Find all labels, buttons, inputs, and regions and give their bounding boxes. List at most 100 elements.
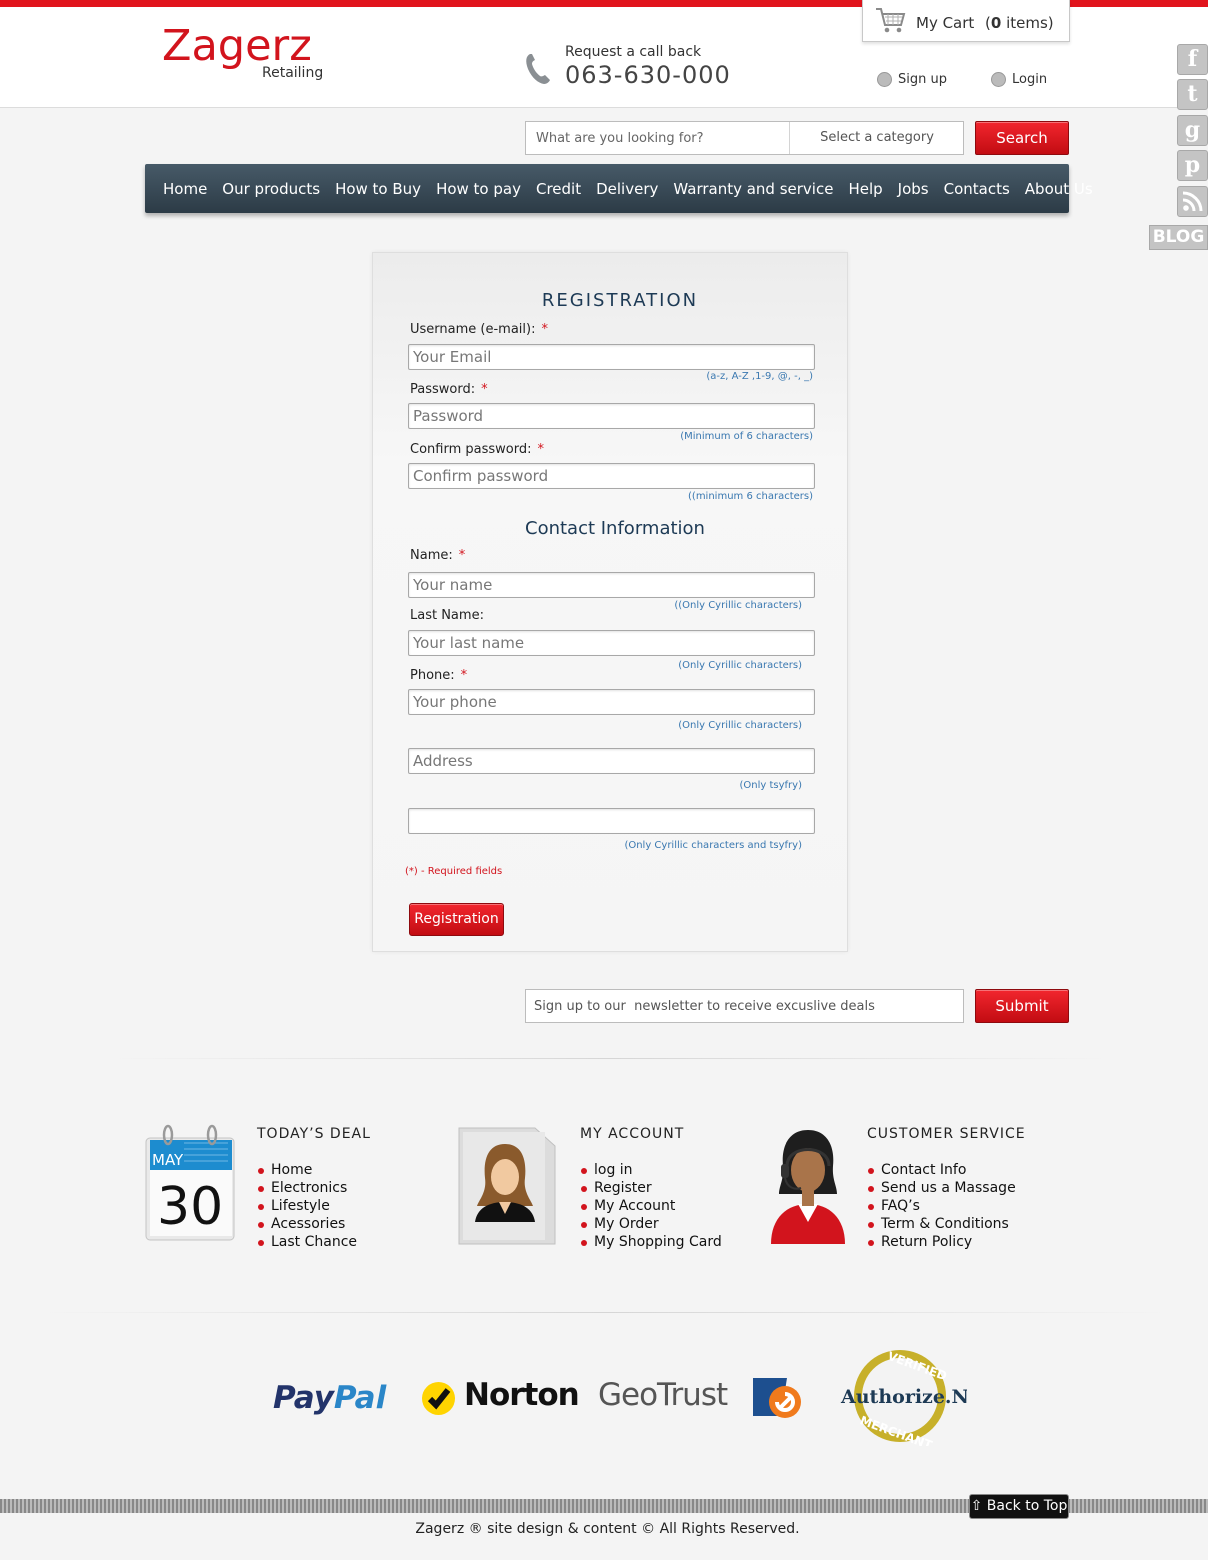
name-field[interactable]: [408, 572, 815, 598]
list-item[interactable]: My Order: [580, 1215, 722, 1233]
username-hint: (a-z, A-Z ,1-9, @, -, _): [706, 371, 813, 382]
phone-field[interactable]: [408, 689, 815, 715]
copyright-text: Zagerz ® site design & content © All Rig…: [415, 1521, 800, 1537]
todays-deal-list: Home Electronics Lifestyle Acessories La…: [257, 1161, 357, 1251]
cart-item-count: (0 items): [985, 14, 1054, 32]
registration-title: REGISTRATION: [541, 290, 699, 311]
nav-item-how-to-buy[interactable]: How to Buy: [335, 180, 421, 198]
name-hint: ((Only Cyrillic characters): [674, 600, 802, 611]
password-hint: (Minimum of 6 characters): [680, 431, 813, 442]
list-item[interactable]: Home: [257, 1161, 357, 1179]
facebook-icon[interactable]: f: [1177, 44, 1208, 75]
nav-item-jobs[interactable]: Jobs: [898, 180, 929, 198]
list-item[interactable]: Acessories: [257, 1215, 357, 1233]
name-label: Name: *: [410, 548, 466, 563]
nav-item-home[interactable]: Home: [163, 180, 207, 198]
required-fields-note: (*) - Required fields: [405, 866, 503, 877]
category-select[interactable]: Select a category: [791, 122, 963, 154]
search-button[interactable]: Search: [975, 121, 1069, 155]
lastname-label: Last Name:: [410, 608, 484, 623]
site-logo[interactable]: Zagerz: [162, 21, 312, 71]
rss-icon[interactable]: [1177, 186, 1208, 217]
nav-item-about[interactable]: About Us: [1025, 180, 1093, 198]
blog-tab[interactable]: BLOG: [1149, 225, 1208, 250]
confirm-password-field[interactable]: [408, 463, 815, 489]
phone-number: 063-630-000: [565, 61, 731, 89]
twitter-icon[interactable]: t: [1177, 79, 1208, 110]
norton-logo: Norton: [464, 1377, 580, 1413]
password-field[interactable]: [408, 403, 815, 429]
calendar-month: MAY: [152, 1151, 184, 1169]
search-bar: Select a category: [525, 121, 964, 155]
lastname-hint: (Only Cyrillic characters): [678, 660, 802, 671]
nav-item-products[interactable]: Our products: [222, 180, 320, 198]
list-item[interactable]: Last Chance: [257, 1233, 357, 1251]
phone-icon: [526, 54, 550, 84]
authorize-net-seal: VERIFIED MERCHANT Authorize.Net: [840, 1349, 967, 1446]
norton-check-icon: [422, 1382, 455, 1415]
newsletter-input[interactable]: [525, 989, 964, 1023]
list-item[interactable]: Register: [580, 1179, 722, 1197]
confirm-password-label: Confirm password: *: [410, 442, 544, 457]
confirm-password-hint: ((minimum 6 characters): [688, 491, 813, 502]
paypal-logo: PayPal: [273, 1380, 387, 1416]
contact-info-title: Contact Information: [525, 518, 705, 539]
signup-link[interactable]: Sign up: [877, 72, 947, 87]
nav-item-credit[interactable]: Credit: [536, 180, 581, 198]
cart-icon: [876, 8, 906, 33]
address-hint: (Only tsyfry): [739, 780, 803, 791]
nav-item-help[interactable]: Help: [848, 180, 882, 198]
geotrust-logo: GeoTrust: [598, 1377, 728, 1413]
login-icon: [991, 72, 1006, 87]
extra-hint: (Only Cyrillic characters and tsyfry): [624, 840, 802, 851]
arrow-up-icon: ⇧: [970, 1498, 983, 1514]
lastname-field[interactable]: [408, 630, 815, 656]
search-input[interactable]: [526, 122, 790, 154]
google-plus-icon[interactable]: g: [1177, 115, 1208, 146]
account-folder-icon: [458, 1127, 556, 1245]
password-label: Password: *: [410, 382, 488, 397]
username-field[interactable]: [408, 344, 815, 370]
nav-item-delivery[interactable]: Delivery: [596, 180, 658, 198]
list-item[interactable]: My Account: [580, 1197, 722, 1215]
calendar-day: 30: [157, 1177, 223, 1237]
back-to-top-button[interactable]: ⇧ Back to Top: [969, 1494, 1069, 1519]
customer-service-title: CUSTOMER SERVICE: [867, 1126, 1026, 1142]
pinterest-icon[interactable]: p: [1177, 150, 1208, 181]
list-item[interactable]: Term & Conditions: [867, 1215, 1016, 1233]
nav-item-warranty[interactable]: Warranty and service: [673, 180, 833, 198]
phone-label: Phone: *: [410, 668, 468, 683]
my-account-title: MY ACCOUNT: [580, 1126, 685, 1142]
seal-brand-text: Authorize.Net: [840, 1386, 967, 1408]
signup-label: Sign up: [898, 72, 947, 87]
section-divider: [110, 1058, 1110, 1059]
phone-hint: (Only Cyrillic characters): [678, 720, 802, 731]
list-item[interactable]: Send us a Massage: [867, 1179, 1016, 1197]
todays-deal-title: TODAY’S DEAL: [257, 1126, 371, 1142]
calendar-icon: MAY 30: [145, 1124, 235, 1241]
login-link[interactable]: Login: [991, 72, 1047, 87]
list-item[interactable]: Lifestyle: [257, 1197, 357, 1215]
callback-label[interactable]: Request a call back: [565, 44, 701, 60]
username-label: Username (e-mail): *: [410, 322, 548, 337]
list-item[interactable]: Contact Info: [867, 1161, 1016, 1179]
logo-tagline: Retailing: [262, 65, 324, 81]
list-item[interactable]: Electronics: [257, 1179, 357, 1197]
login-label: Login: [1012, 72, 1048, 87]
newsletter-submit-button[interactable]: Submit: [975, 989, 1069, 1023]
registration-button[interactable]: Registration: [409, 903, 504, 936]
nav-item-how-to-pay[interactable]: How to pay: [436, 180, 521, 198]
list-item[interactable]: My Shopping Card: [580, 1233, 722, 1251]
nav-item-contacts[interactable]: Contacts: [944, 180, 1010, 198]
extra-field[interactable]: [408, 808, 815, 834]
geotrust-badge-icon: [753, 1378, 801, 1418]
list-item[interactable]: log in: [580, 1161, 722, 1179]
signup-icon: [877, 72, 892, 87]
list-item[interactable]: FAQ’s: [867, 1197, 1016, 1215]
list-item[interactable]: Return Policy: [867, 1233, 1016, 1251]
rss-glyph: [1182, 191, 1203, 212]
cart-widget[interactable]: My Cart (0 items): [862, 0, 1070, 42]
address-field[interactable]: [408, 748, 815, 774]
section-divider: [40, 1312, 1170, 1313]
main-nav: Home Our products How to Buy How to pay …: [145, 164, 1093, 213]
